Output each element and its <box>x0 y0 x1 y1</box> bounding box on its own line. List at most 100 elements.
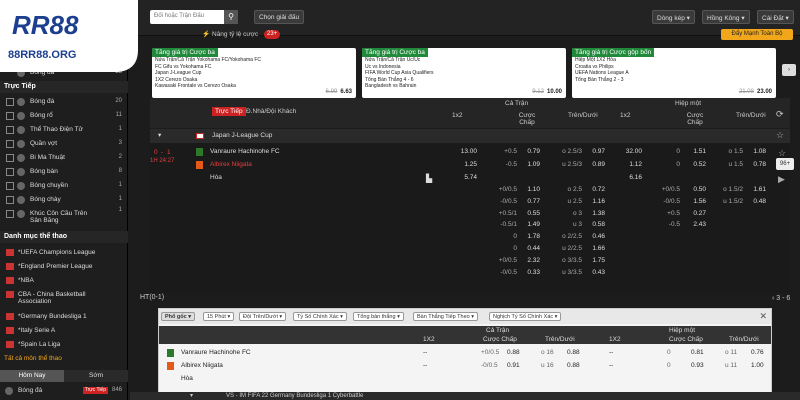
checkbox[interactable] <box>6 182 14 190</box>
search-input[interactable]: Đối hoặc Trận Đấu ⚲ <box>150 10 238 24</box>
odds-value[interactable]: 6.16 <box>620 174 642 181</box>
checkbox[interactable] <box>6 154 14 162</box>
stats-icon[interactable]: ▙ <box>426 174 432 183</box>
filter-chip[interactable]: 15 Phút ▾ <box>203 312 235 321</box>
odds-value[interactable]: 0.48 <box>748 198 766 205</box>
sidebar-item-football-live[interactable]: Bóng đá Trực Tiếp 846 <box>0 384 128 397</box>
filter-chip[interactable]: Đội Trên/Dưới ▾ <box>239 312 287 321</box>
odds-type-select[interactable]: Dòng kép ▾ <box>652 10 695 24</box>
odds-value[interactable]: 1.61 <box>748 186 766 193</box>
filter-chip[interactable]: Nghịch Tỷ Số Chính Xác ▾ <box>489 312 562 321</box>
settings-button[interactable]: Cài Đặt ▾ <box>757 10 794 24</box>
odds-value[interactable]: 1.16 <box>587 198 605 205</box>
odds-value[interactable]: -- <box>423 362 427 369</box>
odds-value[interactable]: 0.33 <box>522 269 540 276</box>
odds-value[interactable]: 0.89 <box>587 161 605 168</box>
odds-value[interactable]: -- <box>423 349 427 356</box>
choose-league-button[interactable]: Chọn giải đấu <box>254 10 305 24</box>
odds-value[interactable]: 0.81 <box>691 349 704 356</box>
sidebar-league-item[interactable]: *Spain La Liga <box>0 338 128 351</box>
home-team[interactable]: Vanraure Hachinohe FC <box>210 148 280 155</box>
odds-value[interactable]: 0.88 <box>567 349 580 356</box>
boost-card[interactable]: Tăng giá trị Cược gộp bốn Hiệp Một 1X2 H… <box>572 48 776 98</box>
odds-value[interactable]: 1.00 <box>751 362 764 369</box>
odds-value[interactable]: 0.79 <box>522 148 540 155</box>
sidebar-league-item[interactable]: *Germany Bundesliga 1 <box>0 310 128 323</box>
odds-value[interactable]: 2.43 <box>688 221 706 228</box>
odds-value[interactable]: 0.27 <box>688 210 706 217</box>
close-icon[interactable]: ✕ <box>759 311 767 322</box>
sidebar-league-item[interactable]: *NBA <box>0 274 128 287</box>
odds-value[interactable]: 0.52 <box>688 161 706 168</box>
boost-all-button[interactable]: Đẩy Mạnh Toàn Bộ <box>721 29 793 40</box>
odds-value[interactable]: 0.88 <box>567 362 580 369</box>
odds-value[interactable]: 0.78 <box>748 161 766 168</box>
sidebar-live-item[interactable]: Bóng bàn 8 <box>0 165 128 178</box>
odds-value[interactable]: -- <box>609 362 613 369</box>
filter-chip[interactable]: Tỷ Số Chính Xác ▾ <box>293 312 347 321</box>
all-sports-link[interactable]: Tất cả môn thể thao <box>0 352 128 365</box>
odds-value[interactable]: 1.12 <box>620 161 642 168</box>
odds-value[interactable]: 13.00 <box>455 148 477 155</box>
odds-value[interactable]: 0.72 <box>587 186 605 193</box>
odds-value[interactable]: 0.43 <box>587 269 605 276</box>
odds-value[interactable]: -- <box>609 349 613 356</box>
checkbox[interactable] <box>6 140 14 148</box>
video-icon[interactable]: ▶ <box>778 174 785 185</box>
league-row[interactable]: ▾ Japan J-League Cup <box>150 129 790 143</box>
odds-value[interactable]: 0.91 <box>507 362 520 369</box>
filter-chip[interactable]: Bàn Thắng Tiếp Theo ▾ <box>413 312 478 321</box>
odds-value[interactable]: 1.10 <box>522 186 540 193</box>
tab-early[interactable]: Sớm <box>64 370 128 382</box>
favorite-league-icon[interactable]: ☆ <box>776 130 784 141</box>
checkbox[interactable] <box>6 210 14 218</box>
odds-value[interactable]: 0.50 <box>688 186 706 193</box>
collapse-icon[interactable]: ▾ <box>158 129 161 143</box>
checkbox[interactable] <box>6 168 14 176</box>
odds-value[interactable]: 1.66 <box>587 245 605 252</box>
odds-value[interactable]: 1.38 <box>587 210 605 217</box>
boost-card[interactable]: Tăng giá trị Cược ba Nửa Trận/Cả Trận Uc… <box>362 48 566 98</box>
sidebar-live-item[interactable]: Bóng rổ 11 <box>0 109 128 122</box>
search-icon[interactable]: ⚲ <box>224 10 238 24</box>
odds-value[interactable]: 1.08 <box>748 148 766 155</box>
next-league-row[interactable]: ▾ VS - IM FIFA 22 Germany Bundesliga 1 C… <box>130 392 800 400</box>
odds-value[interactable]: 1.25 <box>455 161 477 168</box>
sidebar-live-item[interactable]: Bóng chuyền 1 <box>0 179 128 192</box>
odds-value[interactable]: 1.09 <box>522 161 540 168</box>
checkbox[interactable] <box>6 98 14 106</box>
sidebar-live-item[interactable]: Bi Ma Thuật 2 <box>0 151 128 164</box>
checkbox[interactable] <box>6 112 14 120</box>
next-card-button[interactable]: › <box>782 64 796 76</box>
odds-value[interactable]: 1.56 <box>688 198 706 205</box>
sidebar-live-item[interactable]: Khúc Côn Cầu Trên Sân Băng 1 <box>0 207 128 227</box>
odds-value[interactable]: 0.58 <box>587 221 605 228</box>
odds-value[interactable]: 0.55 <box>522 210 540 217</box>
odds-value[interactable]: 0.46 <box>587 233 605 240</box>
sidebar-live-item[interactable]: Thể Thao Điện Tử 1 <box>0 123 128 136</box>
odds-value[interactable]: 1.51 <box>688 148 706 155</box>
sidebar-league-item[interactable]: *UEFA Champions League <box>0 246 128 259</box>
odds-value[interactable]: 0.97 <box>587 148 605 155</box>
checkbox[interactable] <box>6 196 14 204</box>
odds-format-select[interactable]: Hồng Kông ▾ <box>702 10 750 24</box>
odds-value[interactable]: 0.76 <box>751 349 764 356</box>
sidebar-live-item[interactable]: Bóng chày 1 <box>0 193 128 206</box>
filter-chip[interactable]: Phổ gốc ▾ <box>161 312 195 321</box>
checkbox[interactable] <box>6 126 14 134</box>
odds-value[interactable]: 0.44 <box>522 245 540 252</box>
filter-chip[interactable]: Tổng bàn thắng ▾ <box>353 312 404 321</box>
sidebar-live-item[interactable]: Bóng đá 20 <box>0 95 128 108</box>
tab-today[interactable]: Hôm Nay <box>0 370 64 382</box>
odds-value[interactable]: 0.93 <box>691 362 704 369</box>
sidebar-league-item[interactable]: CBA - China Basketball Association <box>0 288 128 308</box>
odds-value[interactable]: 0.88 <box>507 349 520 356</box>
odds-value[interactable]: 5.74 <box>455 174 477 181</box>
odds-value[interactable]: 1.49 <box>522 221 540 228</box>
sidebar-live-item[interactable]: Quần vợt 3 <box>0 137 128 150</box>
collapse-icon[interactable]: ▾ <box>190 392 193 400</box>
refresh-icon[interactable]: ⟳ <box>776 109 784 120</box>
sidebar-league-item[interactable]: *Italy Serie A <box>0 324 128 337</box>
sidebar-league-item[interactable]: *England Premier League <box>0 260 128 273</box>
odds-value[interactable]: 2.32 <box>522 257 540 264</box>
